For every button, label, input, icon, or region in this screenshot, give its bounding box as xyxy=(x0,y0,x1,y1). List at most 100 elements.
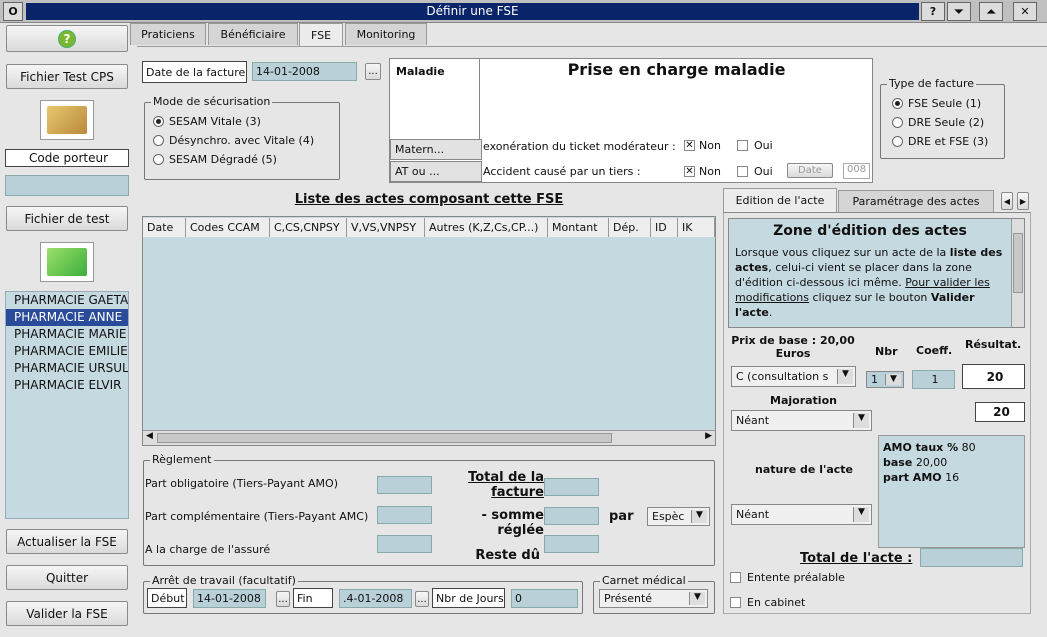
list-item[interactable]: PHARMACIE ANNE xyxy=(6,309,128,326)
code-porteur-input[interactable] xyxy=(5,175,129,196)
tab-beneficiaire[interactable]: Bénéficiaire xyxy=(208,23,298,45)
chevron-down-icon: ▼ xyxy=(837,369,853,384)
tab-praticiens[interactable]: Praticiens xyxy=(130,23,206,45)
col-autres[interactable]: Autres (K,Z,Cs,CP...) xyxy=(425,218,548,237)
vitale-card-icon[interactable] xyxy=(40,242,94,282)
nbr-select[interactable]: 1 ▼ xyxy=(866,371,904,388)
debut-label: Début xyxy=(147,588,187,608)
total-acte-label: Total de l'acte : xyxy=(800,551,913,566)
prise-en-charge-title: Prise en charge maladie xyxy=(567,60,786,79)
charge-assure-input[interactable] xyxy=(377,535,432,553)
tab-fse[interactable]: FSE xyxy=(299,23,343,47)
pharmacy-list[interactable]: PHARMACIE GAETA PHARMACIE ANNE PHARMACIE… xyxy=(5,291,129,519)
list-item[interactable]: PHARMACIE ELVIR xyxy=(6,377,128,394)
reste-du-input[interactable] xyxy=(544,535,599,553)
carnet-medical-select[interactable]: Présenté ▼ xyxy=(599,589,708,608)
col-c[interactable]: C,CS,CNPSY xyxy=(270,218,347,237)
list-item[interactable]: PHARMACIE GAETA xyxy=(6,292,128,309)
accident-label: Accident causé par un tiers : xyxy=(483,165,641,178)
valider-fse-button[interactable]: Valider la FSE xyxy=(6,601,128,626)
date-facture-input[interactable]: 14-01-2008 xyxy=(252,62,357,81)
vertical-scrollbar[interactable] xyxy=(1011,219,1024,327)
tab-parametrage[interactable]: Paramétrage des actes xyxy=(838,190,994,212)
type-facture-legend: Type de facture xyxy=(887,77,977,90)
actualiser-button[interactable]: Actualiser la FSE xyxy=(6,529,128,554)
horizontal-scrollbar[interactable]: ◀ ▶ xyxy=(143,430,715,445)
accident-date-button[interactable]: Date xyxy=(787,163,833,178)
chevron-down-icon: ▼ xyxy=(691,510,707,523)
exo-oui-checkbox[interactable]: Oui xyxy=(737,139,773,152)
col-date[interactable]: Date xyxy=(143,218,186,237)
radio-dre-seule[interactable]: DRE Seule (2) xyxy=(892,116,984,129)
col-ik[interactable]: IK (nb xyxy=(678,218,715,237)
accident-non-checkbox[interactable]: ✕ Non xyxy=(684,165,721,178)
date-picker-button[interactable]: ... xyxy=(365,63,381,80)
radio-sesam-vitale[interactable]: SESAM Vitale (3) xyxy=(153,115,261,128)
window-menu-button[interactable]: O xyxy=(3,2,23,21)
somme-reglee-label: - somme réglée xyxy=(481,508,545,538)
fin-picker-button[interactable]: ... xyxy=(415,591,429,607)
fichier-test-cps-button[interactable]: Fichier Test CPS xyxy=(6,64,128,89)
part-complementaire-label: Part complémentaire (Tiers-Payant AMC) xyxy=(145,510,369,523)
mode-paiement-select[interactable]: Espèc ▼ xyxy=(647,507,710,526)
chevron-down-icon: ▼ xyxy=(689,592,705,605)
accident-oui-checkbox[interactable]: Oui xyxy=(737,165,773,178)
close-button[interactable]: ✕ xyxy=(1013,2,1037,21)
part-obligatoire-input[interactable] xyxy=(377,476,432,494)
radio-fse-seule[interactable]: FSE Seule (1) xyxy=(892,97,981,110)
help-button[interactable]: ? xyxy=(921,2,945,21)
tab-scroll-right-icon[interactable]: ▶ xyxy=(1017,192,1029,210)
entente-prealable-checkbox[interactable]: Entente préalable xyxy=(730,571,845,584)
total-acte-input[interactable] xyxy=(920,548,1023,567)
scroll-right-icon[interactable]: ▶ xyxy=(705,431,712,441)
maximize-button[interactable]: ⏶ xyxy=(979,2,1003,21)
list-item[interactable]: PHARMACIE URSUL xyxy=(6,360,128,377)
quitter-button[interactable]: Quitter xyxy=(6,565,128,590)
tab-maladie[interactable]: Maladie xyxy=(390,59,480,139)
prix-base-label: Prix de base : 20,00 Euros xyxy=(731,334,855,360)
code-porteur-label: Code porteur xyxy=(5,149,129,167)
tab-at[interactable]: AT ou ... xyxy=(390,161,482,182)
minimize-button[interactable]: ⏷ xyxy=(947,2,971,21)
radio-sesam-degrade[interactable]: SESAM Dégradé (5) xyxy=(153,153,277,166)
tab-monitoring[interactable]: Monitoring xyxy=(345,23,427,45)
debut-input[interactable]: 14-01-2008 xyxy=(193,589,266,608)
fichier-de-test-button[interactable]: Fichier de test xyxy=(6,206,128,231)
charge-assure-label: A la charge de l'assuré xyxy=(145,543,271,556)
acte-select[interactable]: C (consultation s ▼ xyxy=(731,366,856,387)
exo-non-checkbox[interactable]: ✕ Non xyxy=(684,139,721,152)
title-bar: O Définir une FSE ? ⏷ ⏶ ✕ xyxy=(0,0,1047,23)
col-id[interactable]: ID xyxy=(651,218,678,237)
nbr-jours-label: Nbr de Jours xyxy=(432,588,505,608)
accident-date-input[interactable]: 008 xyxy=(843,163,870,179)
reste-du-label: Reste dû xyxy=(475,548,540,563)
col-dep[interactable]: Dép. xyxy=(609,218,651,237)
arret-legend: Arrêt de travail (facultatif) xyxy=(150,574,298,587)
col-montant[interactable]: Montant xyxy=(548,218,609,237)
list-item[interactable]: PHARMACIE MARIE xyxy=(6,326,128,343)
somme-reglee-input[interactable] xyxy=(544,507,599,525)
en-cabinet-checkbox[interactable]: En cabinet xyxy=(730,596,805,609)
scroll-left-icon[interactable]: ◀ xyxy=(146,431,153,441)
nature-acte-select[interactable]: Néant ▼ xyxy=(731,504,872,525)
radio-desynchro[interactable]: Désynchro. avec Vitale (4) xyxy=(153,134,314,147)
col-v[interactable]: V,VS,VNPSY xyxy=(347,218,425,237)
coeff-input[interactable]: 1 xyxy=(912,370,955,389)
part-complementaire-input[interactable] xyxy=(377,506,432,524)
debut-picker-button[interactable]: ... xyxy=(276,591,290,607)
tab-edition-acte[interactable]: Edition de l'acte xyxy=(723,188,837,212)
help-button-large[interactable]: ? xyxy=(6,25,128,52)
list-item[interactable]: PHARMACIE EMILIE xyxy=(6,343,128,360)
radio-dre-fse[interactable]: DRE et FSE (3) xyxy=(892,135,988,148)
nbr-jours-input[interactable]: 0 xyxy=(511,589,578,608)
actes-table[interactable] xyxy=(142,216,716,446)
tab-scroll-left-icon[interactable]: ◀ xyxy=(1001,192,1013,210)
cps-card-icon[interactable] xyxy=(40,100,94,140)
majoration-select[interactable]: Néant ▼ xyxy=(731,410,872,431)
total-facture-input[interactable] xyxy=(544,478,599,496)
col-ccam[interactable]: Codes CCAM xyxy=(186,218,270,237)
chevron-down-icon: ▼ xyxy=(853,507,869,522)
fin-input[interactable]: .4-01-2008 xyxy=(339,589,412,608)
reglement-legend: Règlement xyxy=(150,453,214,466)
tab-maternite[interactable]: Matern... xyxy=(390,139,482,160)
